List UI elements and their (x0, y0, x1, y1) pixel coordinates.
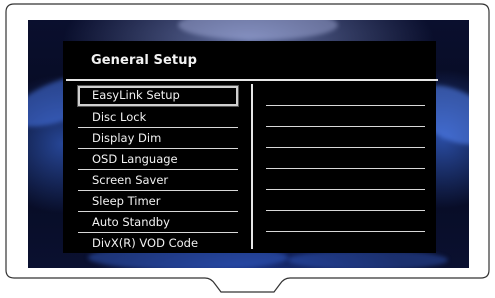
menu-item-osd-language[interactable]: OSD Language (78, 150, 238, 170)
value-slot (266, 168, 425, 169)
title-divider (66, 79, 438, 81)
menu-title: General Setup (91, 53, 197, 68)
value-slot (266, 105, 425, 106)
menu-item-screen-saver[interactable]: Screen Saver (78, 171, 238, 191)
menu-item-disc-lock[interactable]: Disc Lock (78, 108, 238, 128)
menu-item-divx-vod-code[interactable]: DivX(R) VOD Code (78, 234, 238, 254)
menu-item-easylink-setup[interactable]: EasyLink Setup (77, 85, 239, 107)
value-slot (266, 147, 425, 148)
column-divider (251, 84, 253, 249)
value-slot (266, 210, 425, 211)
value-slot (266, 189, 425, 190)
menu-item-auto-standby[interactable]: Auto Standby (78, 213, 238, 233)
value-slot (266, 231, 425, 232)
value-slot (266, 126, 425, 127)
menu-item-display-dim[interactable]: Display Dim (78, 129, 238, 149)
menu-item-sleep-timer[interactable]: Sleep Timer (78, 192, 238, 212)
